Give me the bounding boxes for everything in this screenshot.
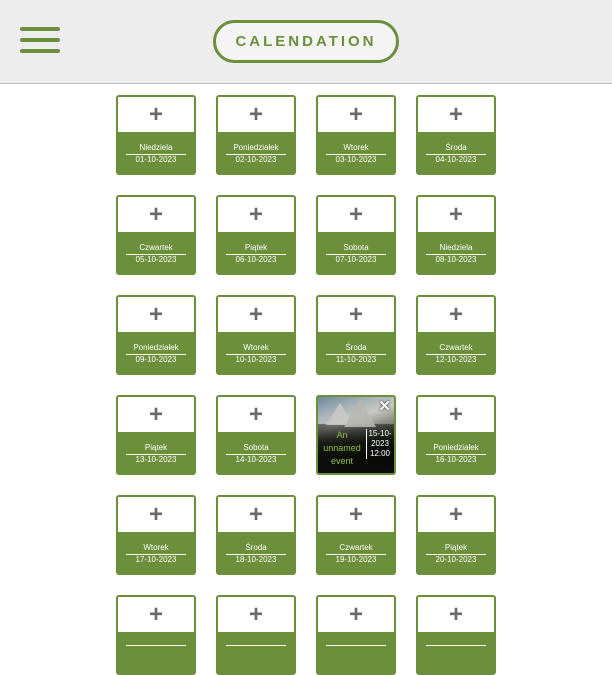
- day-date: 03-10-2023: [335, 155, 377, 164]
- plus-icon[interactable]: +: [418, 597, 494, 632]
- day-date: 13-10-2023: [135, 455, 177, 464]
- day-date: 06-10-2023: [235, 255, 277, 264]
- day-date: 19-10-2023: [335, 555, 377, 564]
- event-name: An unnamed event: [323, 430, 361, 466]
- top-bar: CALENDATION: [0, 0, 612, 84]
- plus-icon[interactable]: +: [418, 297, 494, 332]
- plus-icon[interactable]: +: [118, 597, 194, 632]
- plus-icon[interactable]: +: [318, 597, 394, 632]
- day-card: + Poniedziałek 02-10-2023: [216, 95, 296, 175]
- day-name: Środa: [226, 543, 286, 555]
- day-name: Poniedziałek: [226, 143, 286, 155]
- day-name: Niedziela: [426, 243, 486, 255]
- day-name: Wtorek: [126, 543, 186, 555]
- plus-icon[interactable]: +: [218, 97, 294, 132]
- day-name: Poniedziałek: [426, 443, 486, 455]
- hamburger-menu-icon[interactable]: [20, 27, 60, 53]
- day-card: +: [216, 595, 296, 675]
- day-card: + Środa 04-10-2023: [416, 95, 496, 175]
- event-datetime: 15-10-2023 12:00: [366, 429, 393, 459]
- plus-icon[interactable]: +: [118, 297, 194, 332]
- event-date: 15-10-2023: [368, 429, 392, 448]
- day-name: Niedziela: [126, 143, 186, 155]
- day-card: + Środa 11-10-2023: [316, 295, 396, 375]
- day-card: + Czwartek 05-10-2023: [116, 195, 196, 275]
- plus-icon[interactable]: +: [418, 497, 494, 532]
- mountain-image: [344, 399, 376, 427]
- app-logo[interactable]: CALENDATION: [213, 20, 399, 63]
- close-icon[interactable]: ✕: [378, 397, 391, 415]
- plus-icon[interactable]: +: [118, 197, 194, 232]
- day-name: Sobota: [326, 243, 386, 255]
- plus-icon[interactable]: +: [118, 97, 194, 132]
- day-card: + Niedziela 01-10-2023: [116, 95, 196, 175]
- day-name: Poniedziałek: [126, 343, 186, 355]
- day-name: Piątek: [426, 543, 486, 555]
- plus-icon[interactable]: +: [418, 197, 494, 232]
- day-date: 04-10-2023: [435, 155, 477, 164]
- day-date: 11-10-2023: [335, 355, 377, 364]
- day-card: + Sobota 14-10-2023: [216, 395, 296, 475]
- day-card: +: [416, 595, 496, 675]
- day-name: Środa: [426, 143, 486, 155]
- plus-icon[interactable]: +: [418, 397, 494, 432]
- day-card: + Wtorek 03-10-2023: [316, 95, 396, 175]
- day-date: 08-10-2023: [435, 255, 477, 264]
- plus-icon[interactable]: +: [218, 297, 294, 332]
- calendar-grid: + Niedziela 01-10-2023 + Poniedziałek 02…: [116, 95, 496, 675]
- day-name: Sobota: [226, 443, 286, 455]
- day-card: + Wtorek 17-10-2023: [116, 495, 196, 575]
- plus-icon[interactable]: +: [318, 497, 394, 532]
- day-card: + Sobota 07-10-2023: [316, 195, 396, 275]
- day-date: 20-10-2023: [435, 555, 477, 564]
- day-date: 12-10-2023: [435, 355, 477, 364]
- day-name: Wtorek: [326, 143, 386, 155]
- day-card: + Piątek 13-10-2023: [116, 395, 196, 475]
- day-date: 01-10-2023: [135, 155, 177, 164]
- day-card: + Niedziela 08-10-2023: [416, 195, 496, 275]
- day-date: 14-10-2023: [235, 455, 277, 464]
- plus-icon[interactable]: +: [418, 97, 494, 132]
- day-date: 17-10-2023: [135, 555, 177, 564]
- day-name: [126, 643, 186, 646]
- plus-icon[interactable]: +: [318, 97, 394, 132]
- day-card: +: [116, 595, 196, 675]
- plus-icon[interactable]: +: [318, 297, 394, 332]
- event-time: 12:00: [369, 449, 391, 458]
- day-card: +: [316, 595, 396, 675]
- day-card: + Czwartek 12-10-2023: [416, 295, 496, 375]
- plus-icon[interactable]: +: [218, 597, 294, 632]
- day-date: 10-10-2023: [235, 355, 277, 364]
- day-card: + Środa 18-10-2023: [216, 495, 296, 575]
- day-card: + Poniedziałek 16-10-2023: [416, 395, 496, 475]
- day-name: Czwartek: [426, 343, 486, 355]
- day-date: 18-10-2023: [235, 555, 277, 564]
- day-name: Czwartek: [126, 243, 186, 255]
- day-name: Czwartek: [326, 543, 386, 555]
- day-name: [426, 643, 486, 646]
- day-card: + Piątek 06-10-2023: [216, 195, 296, 275]
- day-card: + Wtorek 10-10-2023: [216, 295, 296, 375]
- day-card: + Piątek 20-10-2023: [416, 495, 496, 575]
- plus-icon[interactable]: +: [218, 497, 294, 532]
- plus-icon[interactable]: +: [218, 397, 294, 432]
- plus-icon[interactable]: +: [318, 197, 394, 232]
- day-date: 16-10-2023: [435, 455, 477, 464]
- event-card[interactable]: ✕ An unnamed event 15-10-2023 12:00: [316, 395, 396, 475]
- plus-icon[interactable]: +: [118, 397, 194, 432]
- day-name: [326, 643, 386, 646]
- day-card: + Poniedziałek 09-10-2023: [116, 295, 196, 375]
- plus-icon[interactable]: +: [118, 497, 194, 532]
- day-name: Piątek: [126, 443, 186, 455]
- day-date: 09-10-2023: [135, 355, 177, 364]
- day-date: 07-10-2023: [335, 255, 377, 264]
- plus-icon[interactable]: +: [218, 197, 294, 232]
- day-name: [226, 643, 286, 646]
- day-date: 05-10-2023: [135, 255, 177, 264]
- day-card: + Czwartek 19-10-2023: [316, 495, 396, 575]
- day-name: Wtorek: [226, 343, 286, 355]
- day-name: Środa: [326, 343, 386, 355]
- day-name: Piątek: [226, 243, 286, 255]
- day-date: 02-10-2023: [235, 155, 277, 164]
